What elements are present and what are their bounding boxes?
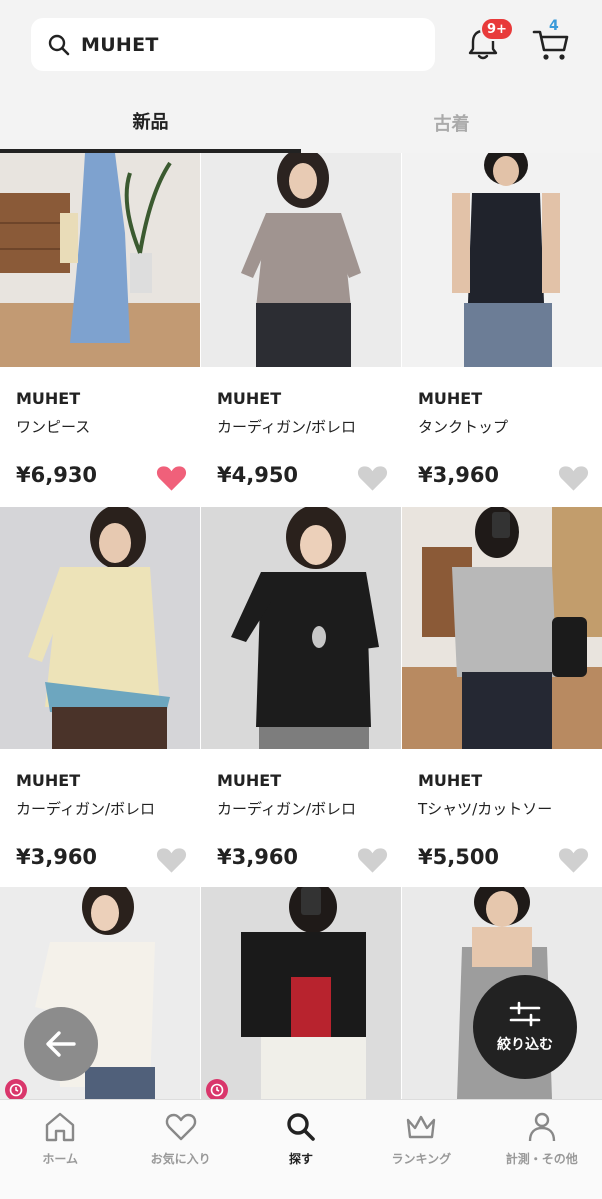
product-brand: MUHET	[418, 389, 483, 408]
product-card[interactable]: MUHET ワンピース ¥6,930	[0, 153, 200, 506]
search-icon	[287, 1113, 315, 1141]
product-price: ¥5,500	[418, 845, 500, 869]
search-input[interactable]: MUHET	[31, 18, 435, 71]
product-card[interactable]: MUHET カーディガン/ボレロ ¥3,960	[0, 507, 200, 888]
product-image[interactable]	[402, 507, 602, 749]
favorite-heart-icon[interactable]	[558, 846, 589, 874]
nav-search[interactable]: 探す	[241, 1100, 361, 1199]
product-card[interactable]: MUHET カーディガン/ボレロ ¥3,960	[201, 507, 401, 888]
product-image[interactable]	[402, 153, 602, 367]
product-brand: MUHET	[16, 389, 81, 408]
clock-icon	[5, 1079, 27, 1101]
favorite-heart-icon[interactable]	[357, 846, 388, 874]
product-price: ¥3,960	[418, 463, 500, 487]
search-icon	[48, 34, 70, 55]
product-card[interactable]	[0, 887, 200, 1099]
product-image[interactable]	[201, 887, 401, 1099]
product-card[interactable]: MUHET カーディガン/ボレロ ¥4,950	[201, 153, 401, 506]
product-category: ワンピース	[16, 418, 91, 436]
product-category: カーディガン/ボレロ	[16, 800, 156, 818]
product-image[interactable]	[0, 153, 200, 367]
product-price: ¥3,960	[217, 845, 299, 869]
product-brand: MUHET	[217, 389, 282, 408]
nav-measure-other[interactable]: 計測・その他	[482, 1100, 602, 1199]
product-image[interactable]	[0, 507, 200, 749]
sliders-icon	[509, 1001, 541, 1027]
product-card[interactable]: MUHET Tシャツ/カットソー ¥5,500	[402, 507, 602, 888]
tab-bar: 新品 古着	[0, 92, 602, 153]
nav-home[interactable]: ホーム	[0, 1100, 120, 1199]
header: MUHET 9+ 4 新品 古着	[0, 0, 602, 153]
favorite-heart-icon[interactable]	[156, 464, 187, 492]
product-price: ¥3,960	[16, 845, 98, 869]
product-image[interactable]	[201, 153, 401, 367]
search-value: MUHET	[81, 33, 159, 56]
back-button[interactable]	[24, 1007, 98, 1081]
product-category: カーディガン/ボレロ	[217, 800, 357, 818]
nav-favorites[interactable]: お気に入り	[120, 1100, 240, 1199]
crown-icon	[407, 1115, 436, 1139]
product-image[interactable]	[201, 507, 401, 749]
product-brand: MUHET	[217, 771, 282, 790]
product-brand: MUHET	[418, 771, 483, 790]
person-icon	[528, 1112, 555, 1142]
bottom-nav: ホーム お気に入り 探す ランキング 計測・その他	[0, 1099, 602, 1199]
favorite-heart-icon[interactable]	[156, 846, 187, 874]
arrow-left-icon	[46, 1031, 76, 1057]
nav-ranking[interactable]: ランキング	[361, 1100, 481, 1199]
product-price: ¥6,930	[16, 463, 98, 487]
product-price: ¥4,950	[217, 463, 299, 487]
heart-icon	[165, 1113, 196, 1141]
product-card[interactable]	[201, 887, 401, 1099]
home-icon	[45, 1112, 75, 1142]
product-card[interactable]: MUHET タンクトップ ¥3,960	[402, 153, 602, 506]
tab-vintage[interactable]: 古着	[301, 92, 602, 153]
cart-count: 4	[549, 18, 559, 34]
favorite-heart-icon[interactable]	[357, 464, 388, 492]
favorite-heart-icon[interactable]	[558, 464, 589, 492]
tab-new[interactable]: 新品	[0, 92, 301, 153]
clock-icon	[206, 1079, 228, 1101]
filter-label: 絞り込む	[497, 1037, 553, 1053]
notification-badge: 9+	[480, 17, 514, 41]
product-category: Tシャツ/カットソー	[418, 800, 553, 818]
product-category: カーディガン/ボレロ	[217, 418, 357, 436]
product-image[interactable]	[0, 887, 200, 1099]
filter-button[interactable]: 絞り込む	[473, 975, 577, 1079]
product-brand: MUHET	[16, 771, 81, 790]
product-category: タンクトップ	[418, 418, 509, 436]
